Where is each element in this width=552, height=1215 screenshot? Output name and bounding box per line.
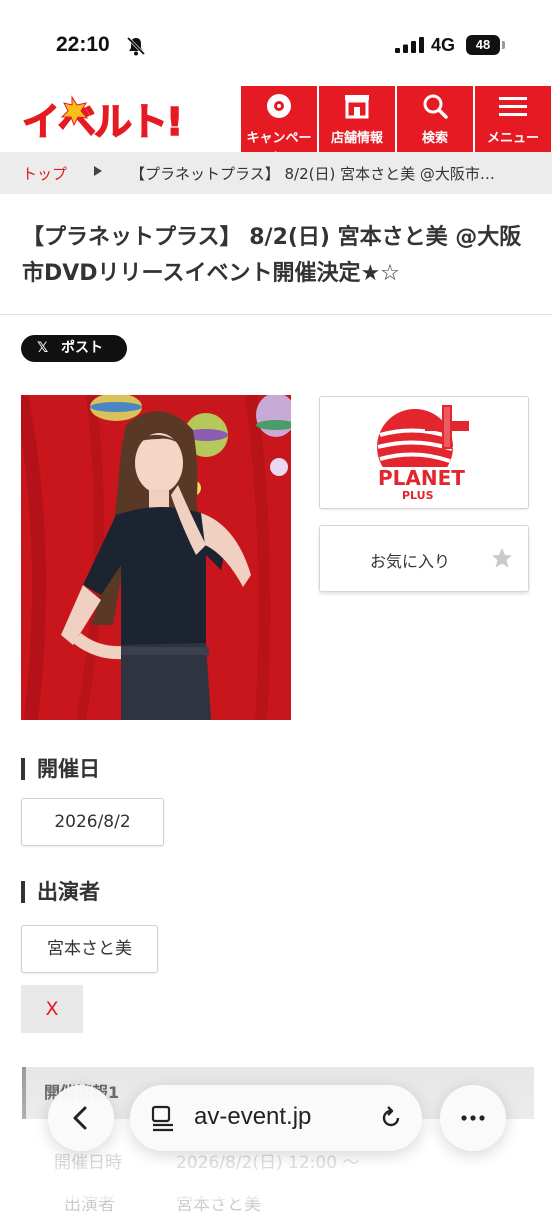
battery-tip — [502, 41, 505, 49]
page-title: 【プラネットプラス】 8/2(日) 宮本さと美 @大阪市DVDリリースイベント開… — [22, 225, 522, 286]
page-menu-icon — [151, 1105, 173, 1132]
breadcrumb-home-link[interactable]: トップ — [22, 163, 67, 184]
status-bar: 22:10 4G 48 — [0, 0, 552, 86]
performer-x-link[interactable]: X — [21, 985, 83, 1033]
divider — [0, 314, 552, 315]
browser-address-bar[interactable]: av-event.jp — [130, 1085, 422, 1151]
menu-icon — [499, 97, 527, 116]
more-dots-icon — [461, 1115, 485, 1121]
planet-plus-logo: PLANET PLUS — [374, 405, 469, 502]
plus-text: PLUS — [402, 489, 434, 502]
performer-heading: 出演者 — [21, 878, 100, 906]
date-value: 2026/8/2 — [21, 798, 164, 846]
reload-icon[interactable] — [376, 1103, 406, 1133]
x-post-button[interactable]: 𝕏 ポスト — [21, 335, 127, 362]
brand-logo-card[interactable]: PLANET PLUS — [319, 396, 529, 509]
nav-menu-button[interactable]: メニュー — [475, 86, 551, 152]
site-logo[interactable]: イベルト! — [20, 93, 185, 145]
info-row-label: 開催日時 — [54, 1153, 122, 1173]
network-type: 4G — [431, 35, 456, 55]
bell-muted-icon — [126, 36, 146, 56]
browser-more-button[interactable] — [440, 1085, 506, 1151]
date-heading: 開催日 — [21, 755, 100, 783]
info-row2-label: 出演者 — [64, 1195, 115, 1215]
info-row2-value: 宮本さと美 — [176, 1195, 261, 1215]
store-icon — [345, 95, 369, 119]
search-icon — [423, 94, 448, 119]
chevron-left-icon — [73, 1106, 87, 1130]
status-time: 22:10 — [56, 33, 110, 56]
breadcrumb-current: 【プラネットプラス】 8/2(日) 宮本さと美 @大阪市… — [130, 165, 495, 183]
nav-search-button[interactable]: 検索 — [397, 86, 473, 152]
x-logo-icon: 𝕏 — [37, 340, 49, 356]
breadcrumb-arrow-icon — [94, 166, 102, 176]
svg-text:イベルト!: イベルト! — [22, 100, 181, 144]
signal-icon — [395, 37, 424, 53]
x-post-label: ポスト — [61, 340, 103, 356]
favorite-button[interactable]: お気に入り — [319, 525, 529, 592]
nav-store-button[interactable]: 店舗情報 — [319, 86, 395, 152]
planet-text: PLANET — [378, 466, 465, 490]
nav-search-label: 検索 — [421, 131, 448, 146]
nav-menu-label: メニュー — [486, 131, 539, 146]
star-icon — [492, 548, 512, 568]
nav-campaign-button[interactable]: キャンペーン — [241, 86, 317, 165]
nav-store-label: 店舗情報 — [330, 131, 383, 146]
battery-indicator: 48 — [466, 35, 500, 55]
disc-icon — [267, 94, 291, 118]
performer-name-button[interactable]: 宮本さと美 — [21, 925, 158, 973]
event-photo[interactable] — [21, 395, 291, 720]
browser-url: av-event.jp — [194, 1103, 312, 1130]
info-row-value: 2026/8/2(日) 12:00 〜 — [176, 1153, 360, 1173]
favorite-label: お気に入り — [370, 552, 451, 571]
browser-back-button[interactable] — [48, 1085, 114, 1151]
